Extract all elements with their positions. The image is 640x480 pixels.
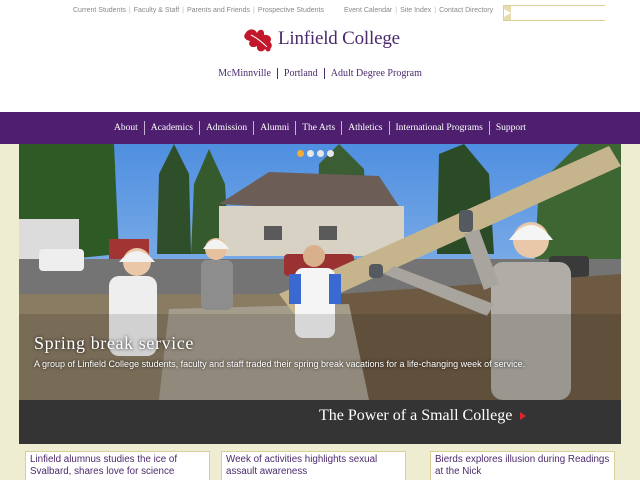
nav-alumni[interactable]: Alumni — [253, 121, 295, 135]
link-current-students[interactable]: Current Students — [73, 7, 126, 14]
link-site-index[interactable]: Site Index — [400, 7, 431, 14]
news-card[interactable]: Week of activities highlights sexual ass… — [221, 451, 406, 480]
nav-about[interactable]: About — [108, 121, 144, 135]
news-headline: Week of activities highlights sexual ass… — [226, 454, 378, 477]
news-card[interactable]: Bierds explores illusion during Readings… — [430, 451, 615, 480]
search-box — [503, 5, 624, 21]
hero-title[interactable]: Spring break service — [34, 333, 194, 354]
separator: | — [434, 7, 437, 14]
search-go-button[interactable] — [504, 6, 511, 20]
slide-indicators — [297, 150, 334, 157]
link-parents-friends[interactable]: Parents and Friends — [187, 7, 250, 14]
search-input[interactable] — [511, 6, 624, 20]
news-headline: Linfield alumnus studies the ice of Sval… — [30, 454, 178, 477]
slide-dot-3[interactable] — [317, 150, 324, 157]
nav-the-arts[interactable]: The Arts — [295, 121, 341, 135]
separator: | — [182, 7, 184, 14]
slide-dot-2[interactable] — [307, 150, 314, 157]
play-arrow-icon — [504, 9, 511, 17]
logo-text: Linfield College — [278, 28, 400, 49]
link-prospective-students[interactable]: Prospective Students — [258, 7, 324, 14]
campus-nav: McMinnville Portland Adult Degree Program — [0, 68, 640, 79]
campus-link-mcminnville[interactable]: McMinnville — [212, 68, 277, 79]
nav-support[interactable]: Support — [488, 121, 532, 135]
tagline-link[interactable]: The Power of a Small College — [319, 407, 527, 425]
tagline-text: The Power of a Small College — [319, 407, 513, 424]
hero-slideshow[interactable]: Spring break service A group of Linfield… — [19, 144, 621, 400]
campus-link-portland[interactable]: Portland — [276, 68, 324, 79]
nav-academics[interactable]: Academics — [143, 121, 199, 135]
campus-link-adult-degree[interactable]: Adult Degree Program — [323, 68, 428, 79]
link-contact-directory[interactable]: Contact Directory — [439, 7, 493, 14]
separator: | — [395, 7, 398, 14]
nav-admission[interactable]: Admission — [199, 121, 253, 135]
separator: | — [128, 7, 131, 14]
right-arrow-icon — [520, 412, 527, 420]
nav-athletics[interactable]: Athletics — [341, 121, 388, 135]
hero-caption: A group of Linfield College students, fa… — [34, 359, 526, 369]
utility-nav-left: Current Students | Faculty & Staff | Parents… — [73, 7, 324, 14]
separator: | — [253, 7, 255, 14]
main-nav: About Academics Admission Alumni The Art… — [0, 112, 640, 144]
news-headline: Bierds explores illusion during Readings… — [435, 454, 610, 477]
tagline-bar: The Power of a Small College — [19, 400, 621, 444]
utility-nav-right: Event Calendar | Site Index | Contact Direct… — [344, 7, 493, 14]
link-event-calendar[interactable]: Event Calendar — [344, 7, 392, 14]
nav-international-programs[interactable]: International Programs — [388, 121, 489, 135]
link-faculty-staff[interactable]: Faculty & Staff — [134, 7, 179, 14]
slide-dot-4[interactable] — [327, 150, 334, 157]
oak-leaf-icon — [244, 29, 272, 52]
news-card[interactable]: Linfield alumnus studies the ice of Sval… — [25, 451, 210, 480]
college-logo[interactable]: Linfield College — [243, 25, 400, 53]
slide-dot-1[interactable] — [297, 150, 304, 157]
